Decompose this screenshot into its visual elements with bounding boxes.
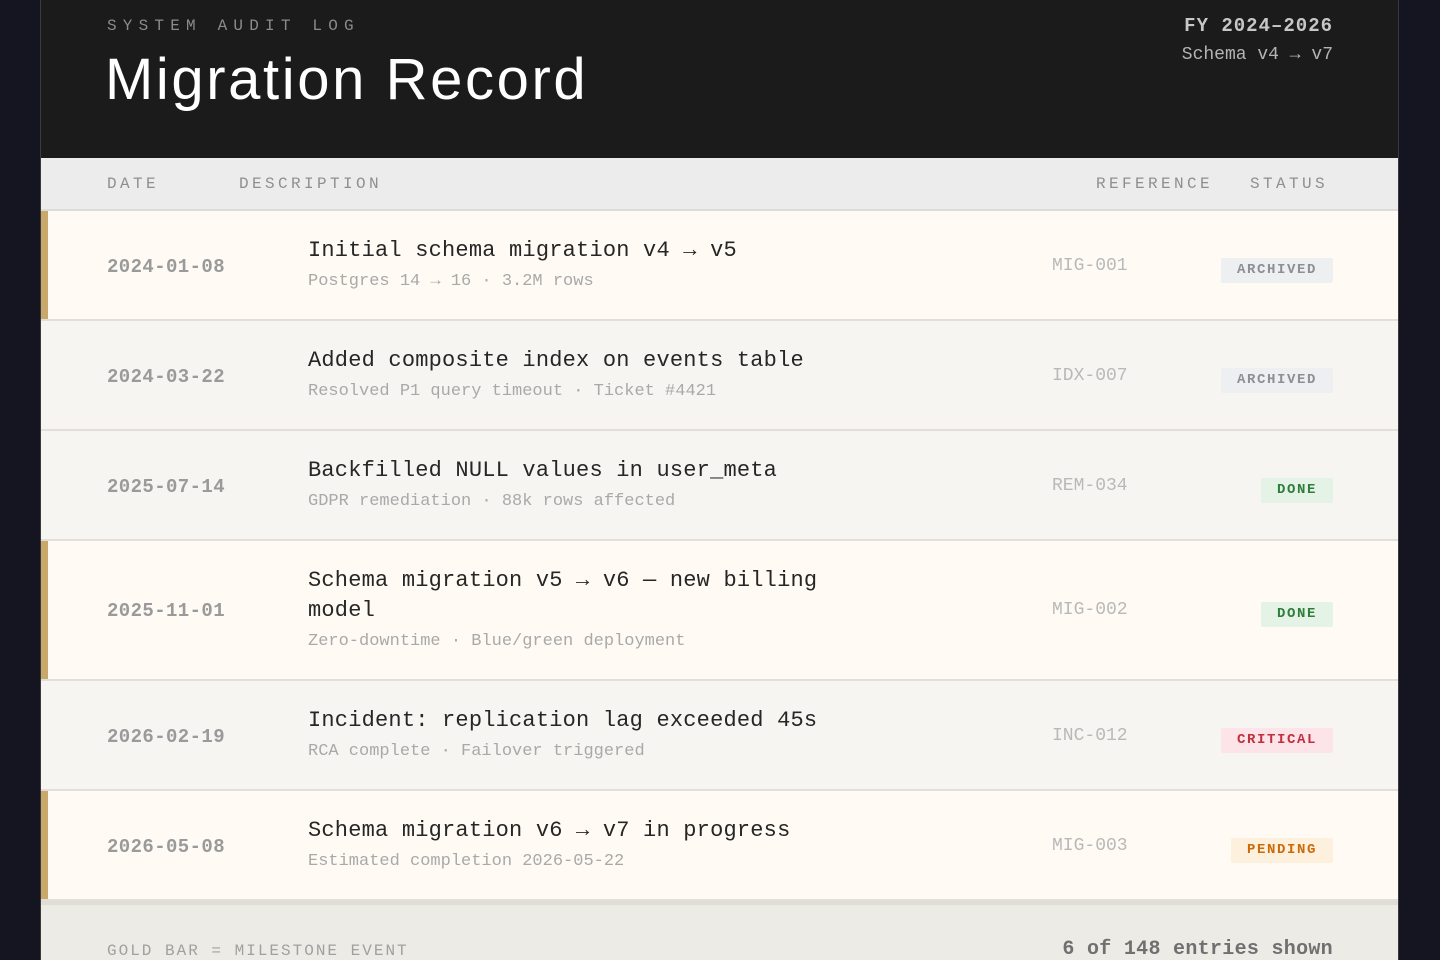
page-header: SYSTEM AUDIT LOG Migration Record FY 202… [41, 0, 1398, 158]
entry-count: 6 of 148 entries shown [1062, 938, 1333, 960]
row-title: Schema migration v6 → v7 in progress [308, 818, 791, 843]
page-title: Migration Record [105, 47, 589, 112]
row-reference[interactable]: MIG-003 [1052, 836, 1128, 856]
row-title: Initial schema migration v4 → v5 [308, 238, 737, 263]
milestone-bar [41, 791, 48, 899]
status-badge: DONE [1260, 478, 1333, 503]
row-date: 2024-03-22 [107, 366, 226, 388]
row-title: Schema migration v5 → v6 — new billing m… [308, 568, 818, 623]
row-subtitle: RCA complete · Failover triggered [308, 742, 645, 761]
milestone-bar [41, 211, 48, 319]
table-row[interactable]: 2025-07-14 Backfilled NULL values in use… [41, 431, 1398, 541]
row-description: Backfilled NULL values in user_meta GDPR… [308, 456, 848, 514]
table-row[interactable]: 2024-01-08 Initial schema migration v4 →… [41, 211, 1398, 321]
row-subtitle: GDPR remediation · 88k rows affected [308, 492, 676, 511]
row-reference[interactable]: MIG-001 [1052, 256, 1128, 276]
row-description: Initial schema migration v4 → v5 Postgre… [308, 236, 848, 294]
table-row[interactable]: 2026-05-08 Schema migration v6 → v7 in p… [41, 791, 1398, 901]
table-row[interactable]: 2024-03-22 Added composite index on even… [41, 321, 1398, 431]
row-date: 2025-11-01 [107, 600, 226, 622]
column-header-status[interactable]: STATUS [1250, 175, 1328, 193]
table-row[interactable]: 2025-11-01 Schema migration v5 → v6 — ne… [41, 541, 1398, 681]
row-title: Backfilled NULL values in user_meta [308, 458, 778, 483]
row-reference[interactable]: IDX-007 [1052, 366, 1128, 386]
row-reference[interactable]: INC-012 [1052, 726, 1128, 746]
column-header-date[interactable]: DATE [107, 175, 159, 193]
row-date: 2024-01-08 [107, 256, 226, 278]
milestone-bar [41, 541, 48, 679]
header-eyebrow: SYSTEM AUDIT LOG [107, 17, 360, 35]
table-header: DATE DESCRIPTION REFERENCE STATUS [41, 158, 1398, 211]
row-subtitle: Postgres 14 → 16 · 3.2M rows [308, 272, 594, 291]
audit-log-panel: SYSTEM AUDIT LOG Migration Record FY 202… [40, 0, 1399, 960]
table-row[interactable]: 2026-02-19 Incident: replication lag exc… [41, 681, 1398, 791]
row-reference[interactable]: REM-034 [1052, 476, 1128, 496]
table-footer: GOLD BAR = MILESTONE EVENT 6 of 148 entr… [41, 901, 1398, 960]
row-date: 2026-02-19 [107, 726, 226, 748]
row-description: Schema migration v6 → v7 in progress Est… [308, 816, 848, 874]
milestone-legend: GOLD BAR = MILESTONE EVENT [107, 942, 409, 960]
schema-range: Schema v4 → v7 [1181, 45, 1333, 65]
row-date: 2026-05-08 [107, 836, 226, 858]
status-badge: DONE [1260, 602, 1333, 627]
status-badge: CRITICAL [1220, 728, 1333, 753]
status-badge: PENDING [1230, 838, 1333, 863]
row-subtitle: Estimated completion 2026-05-22 [308, 852, 625, 871]
fiscal-range: FY 2024–2026 [1184, 15, 1333, 37]
row-description: Incident: replication lag exceeded 45s R… [308, 706, 848, 764]
status-badge: ARCHIVED [1220, 258, 1333, 283]
row-title: Added composite index on events table [308, 348, 804, 373]
row-description: Schema migration v5 → v6 — new billing m… [308, 566, 848, 654]
row-reference[interactable]: MIG-002 [1052, 600, 1128, 620]
row-subtitle: Resolved P1 query timeout · Ticket #4421 [308, 382, 717, 401]
row-date: 2025-07-14 [107, 476, 226, 498]
row-title: Incident: replication lag exceeded 45s [308, 708, 818, 733]
status-badge: ARCHIVED [1220, 368, 1333, 393]
column-header-reference[interactable]: REFERENCE [1096, 175, 1213, 193]
row-description: Added composite index on events table Re… [308, 346, 848, 404]
row-subtitle: Zero-downtime · Blue/green deployment [308, 632, 686, 651]
column-header-description[interactable]: DESCRIPTION [239, 175, 382, 193]
